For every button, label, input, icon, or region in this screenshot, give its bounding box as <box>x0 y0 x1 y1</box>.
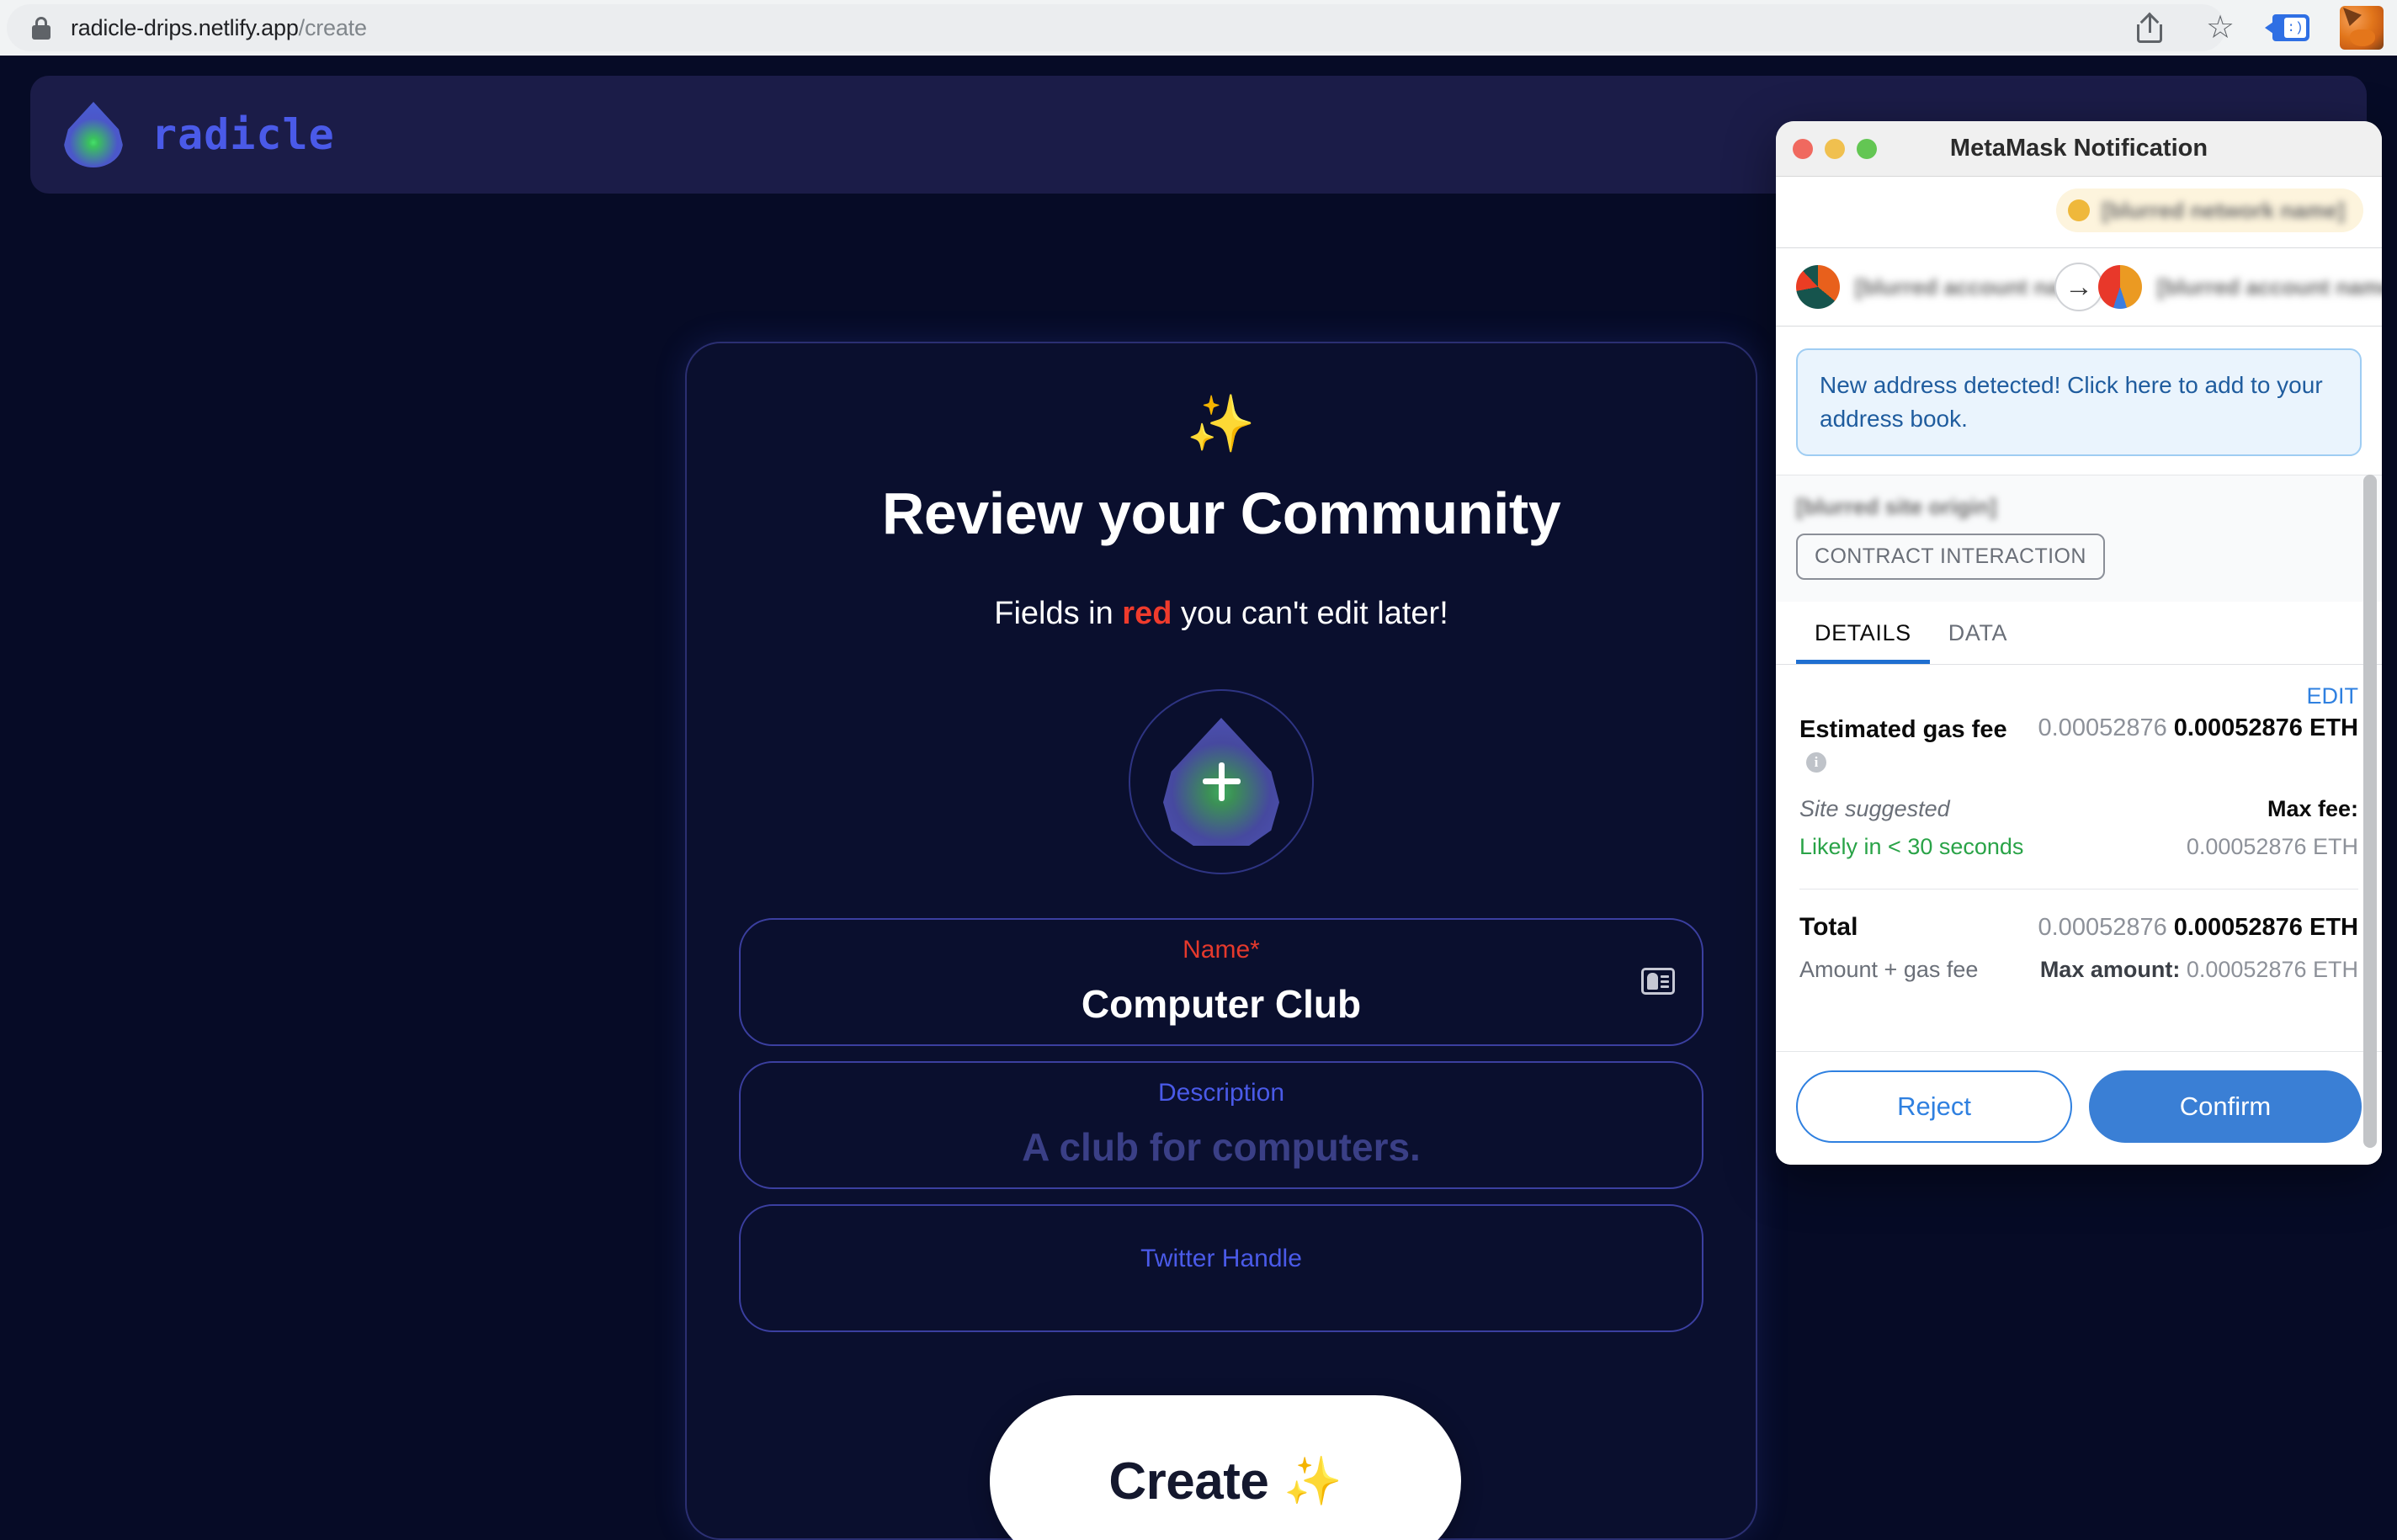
id-card-icon[interactable] <box>1641 968 1675 996</box>
metamask-tabs: DETAILS DATA <box>1776 601 2382 665</box>
field-description[interactable]: Description A club for computers. <box>739 1061 1703 1189</box>
browser-chrome: radicle-drips.netlify.app/create ☆ :) <box>0 0 2397 56</box>
account-from-avatar <box>1796 265 1840 309</box>
extension-button[interactable]: :) <box>2256 0 2326 56</box>
page-title: Review your Community <box>881 481 1561 546</box>
subtitle-part-2: you can't edit later! <box>1172 596 1448 631</box>
url-path: /create <box>298 14 367 40</box>
transaction-origin: [blurred site origin] CONTRACT INTERACTI… <box>1776 474 2382 602</box>
share-button[interactable] <box>2114 0 2185 56</box>
create-button-label: Create <box>1108 1452 1269 1511</box>
total-sub-row: Amount + gas fee Max amount: 0.00052876 … <box>1799 957 2358 983</box>
extension-badge-icon: :) <box>2265 14 2309 41</box>
browser-actions: ☆ :) <box>2114 0 2397 56</box>
total-value: 0.00052876 ETH <box>2173 913 2358 941</box>
field-name-value: Computer Club <box>1081 982 1362 1026</box>
url-domain: radicle-drips.netlify.app <box>71 14 299 40</box>
max-fee-label: Max fee: <box>2267 795 2358 821</box>
total-row: Total 0.00052876 0.00052876 ETH <box>1799 913 2358 942</box>
avatar-drop-shape <box>1163 718 1279 846</box>
gas-speed-estimate: Likely in < 30 seconds <box>1799 833 2024 859</box>
max-amount-wrap: Max amount: 0.00052876 ETH <box>2040 957 2358 983</box>
address-bar[interactable]: radicle-drips.netlify.app/create <box>7 4 2225 51</box>
field-twitter-handle-label: Twitter Handle <box>1140 1245 1302 1272</box>
gas-sub-left: Site suggested Likely in < 30 seconds <box>1799 796 2023 860</box>
metamask-fox-icon <box>2340 6 2384 50</box>
brand-name: radicle <box>151 110 335 159</box>
metamask-extension-button[interactable] <box>2326 0 2397 56</box>
reject-button[interactable]: Reject <box>1796 1070 2072 1143</box>
bookmark-button[interactable]: ☆ <box>2185 0 2256 56</box>
max-amount-label: Max amount: <box>2039 956 2181 982</box>
total-value-muted: 0.00052876 <box>2038 913 2167 941</box>
gas-sub-row: Site suggested Likely in < 30 seconds Ma… <box>1799 796 2358 860</box>
field-name-label: Name* <box>1183 936 1260 964</box>
total-values: 0.00052876 0.00052876 ETH <box>2038 914 2359 942</box>
estimated-gas-values: 0.00052876 0.00052876 ETH <box>2038 714 2359 742</box>
plus-icon <box>1198 759 1244 805</box>
estimated-gas-label-wrap: Estimated gas fee i <box>1799 714 2010 778</box>
estimated-gas-value-muted: 0.00052876 <box>2038 714 2167 741</box>
window-title: MetaMask Notification <box>1949 135 2208 162</box>
metamask-details-body: EDIT Estimated gas feei 0.00052876 0.0005… <box>1776 664 2382 983</box>
metamask-accounts-row: [blurred account name] → [blurred accoun… <box>1776 247 2382 327</box>
total-sub-label: Amount + gas fee <box>1799 956 1979 982</box>
info-icon[interactable]: i <box>1806 752 1826 773</box>
tab-data[interactable]: DATA <box>1930 602 2026 664</box>
account-to-avatar <box>2097 265 2142 309</box>
card-subtitle: Fields in red you can't edit later! <box>687 596 1756 632</box>
arrow-right-icon: → <box>2054 263 2103 311</box>
network-selector[interactable]: [blurred network name] <box>2056 189 2363 232</box>
edit-gas-link[interactable]: EDIT <box>1799 665 2358 714</box>
metamask-network-row: [blurred network name] <box>1776 177 2382 247</box>
community-fields: Name* Computer Club Description A club f… <box>687 918 1756 1332</box>
review-community-card: ✨ Review your Community Fields in red yo… <box>685 342 1757 1540</box>
estimated-gas-value: 0.00052876 ETH <box>2173 714 2358 741</box>
estimated-gas-label: Estimated gas fee <box>1799 715 2007 743</box>
max-amount-value: 0.00052876 ETH <box>2186 956 2358 982</box>
avatar-upload[interactable] <box>1129 689 1314 874</box>
metamask-scrollbar[interactable] <box>2363 475 2377 1148</box>
subtitle-red-word: red <box>1122 596 1172 631</box>
confirm-button[interactable]: Confirm <box>2089 1070 2362 1143</box>
estimated-gas-row: Estimated gas fee i 0.00052876 0.00052876 … <box>1799 714 2358 778</box>
field-name[interactable]: Name* Computer Club <box>739 918 1703 1046</box>
subtitle-part-1: Fields in <box>994 596 1123 631</box>
lock-icon <box>30 15 52 40</box>
site-suggested-label: Site suggested <box>1799 795 1950 821</box>
metamask-banner-wrap: New address detected! Click here to add … <box>1776 327 2382 475</box>
metamask-notification-window: MetaMask Notification [blurred network n… <box>1776 121 2382 1165</box>
new-address-banner[interactable]: New address detected! Click here to add … <box>1796 348 2362 456</box>
star-icon: ☆ <box>2205 10 2235 45</box>
field-description-label: Description <box>1157 1079 1285 1107</box>
total-label: Total <box>1799 912 1858 941</box>
metamask-titlebar: MetaMask Notification <box>1776 121 2382 177</box>
account-to-name: [blurred account name] <box>2156 273 2382 300</box>
network-name: [blurred network name] <box>2102 197 2345 223</box>
radicle-drop-logo-icon <box>64 102 123 167</box>
share-icon <box>2135 12 2164 43</box>
sparkles-icon: ✨ <box>1186 392 1257 454</box>
max-fee-value: 0.00052876 ETH <box>2186 833 2358 859</box>
contract-interaction-pill: CONTRACT INTERACTION <box>1796 533 2105 580</box>
gas-sub-right: Max fee: 0.00052876 ETH <box>2187 796 2358 860</box>
account-to[interactable]: [blurred account name] <box>2097 265 2382 309</box>
account-from[interactable]: [blurred account name] <box>1796 265 2098 309</box>
metamask-footer: Reject Confirm <box>1776 1051 2382 1165</box>
tab-details[interactable]: DETAILS <box>1796 602 1930 664</box>
create-button[interactable]: Create ✨ <box>990 1395 1461 1540</box>
field-description-value: A club for computers. <box>1022 1125 1421 1169</box>
brand[interactable]: radicle <box>64 102 335 167</box>
network-status-dot-icon <box>2068 199 2091 221</box>
url-text: radicle-drips.netlify.app/create <box>71 15 367 41</box>
create-sparkles-icon: ✨ <box>1284 1454 1342 1507</box>
field-twitter-handle[interactable]: Twitter Handle <box>739 1204 1703 1332</box>
origin-url: [blurred site origin] <box>1796 493 1997 519</box>
app-page: radicle ✨ Review your Community Fields i… <box>0 56 2397 1540</box>
